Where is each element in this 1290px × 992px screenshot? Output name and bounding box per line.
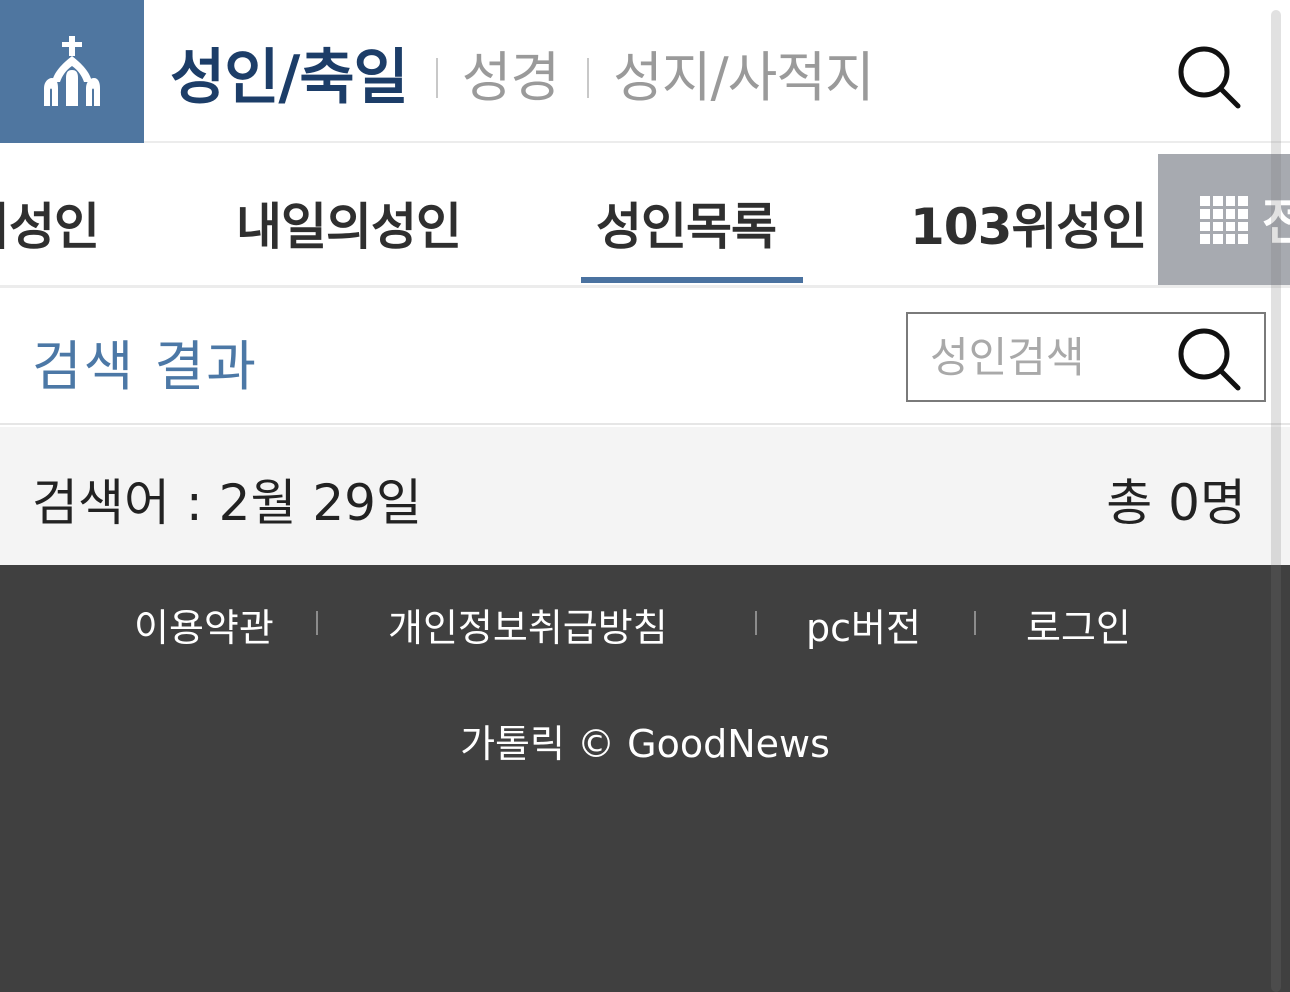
- footer-links: 이용약관 개인정보취급방침 pc버전 로그인: [0, 597, 1290, 650]
- page-scrollbar[interactable]: [1271, 10, 1281, 992]
- footer-link-privacy[interactable]: 개인정보취급방침: [388, 597, 668, 652]
- footer-divider: [974, 611, 976, 635]
- nav-item-bible[interactable]: 성경: [462, 33, 560, 112]
- nav-item-saints[interactable]: 성인/축일: [170, 29, 409, 116]
- main-nav: 성인/축일 성경 성지/사적지: [170, 29, 875, 116]
- footer-link-terms[interactable]: 이용약관: [134, 597, 274, 652]
- logo-button[interactable]: [0, 0, 144, 143]
- search-icon: [1178, 46, 1241, 109]
- saint-search-button[interactable]: [1174, 324, 1244, 394]
- tab-saint-list[interactable]: 성인목록: [596, 187, 777, 259]
- saint-search-input[interactable]: [930, 328, 1170, 386]
- active-tab-indicator: [581, 277, 803, 283]
- saint-search-box: [906, 312, 1266, 402]
- result-count: 총 0명: [1106, 474, 1246, 532]
- site-header: 성인/축일 성경 성지/사적지: [0, 0, 1290, 143]
- tab-103-saints[interactable]: 103위성인: [910, 187, 1147, 259]
- footer-divider: [316, 611, 318, 635]
- footer-divider: [755, 611, 757, 635]
- search-result-title: 검색 결과: [32, 335, 258, 398]
- search-section: 검색 결과: [0, 290, 1290, 425]
- result-summary: 검색어 : 2월 29일 총 0명: [0, 427, 1290, 565]
- footer-link-pc-version[interactable]: pc버전: [806, 597, 921, 652]
- tab-tomorrow-saint[interactable]: 내일의성인: [236, 187, 462, 259]
- nav-divider: [587, 57, 590, 98]
- tab-bar: 오늘의성인 내일의성인 성인목록 103위성인 전체: [0, 145, 1290, 288]
- site-footer: 이용약관 개인정보취급방침 pc버전 로그인 가톨릭 © GoodNews: [0, 565, 1290, 992]
- nav-divider: [435, 57, 438, 98]
- copyright-text: 가톨릭 © GoodNews: [460, 722, 830, 766]
- church-icon: [44, 35, 100, 106]
- tab-today-saint[interactable]: 오늘의성인: [0, 187, 100, 259]
- nav-item-holy-sites[interactable]: 성지/사적지: [613, 33, 875, 112]
- header-search-button[interactable]: [1174, 42, 1244, 112]
- grid-icon: [1200, 196, 1248, 244]
- footer-link-login[interactable]: 로그인: [1026, 597, 1131, 652]
- search-keyword: 검색어 : 2월 29일: [32, 474, 422, 532]
- search-icon: [1178, 328, 1241, 391]
